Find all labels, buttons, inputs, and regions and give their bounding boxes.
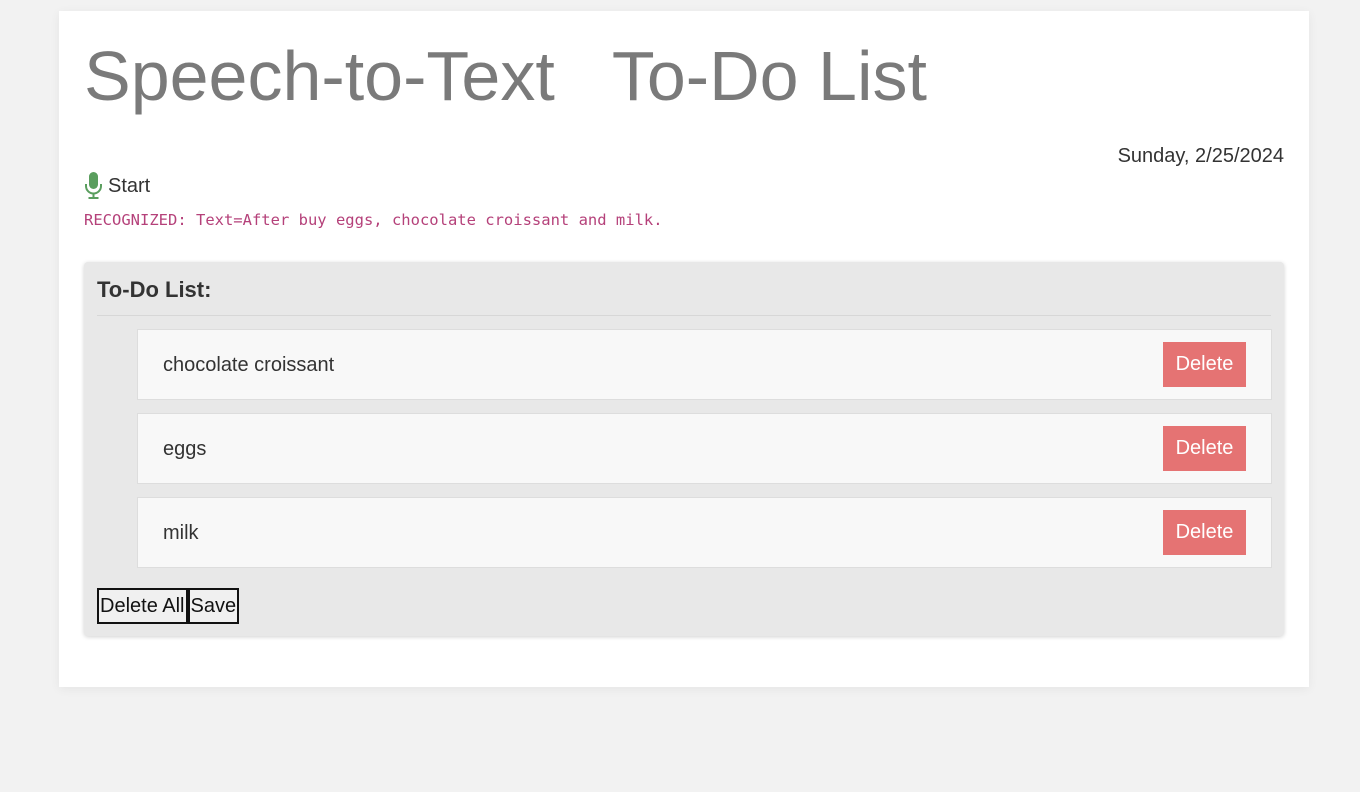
todo-item-text: eggs xyxy=(163,438,207,460)
start-label: Start xyxy=(108,174,151,197)
delete-button[interactable]: Delete xyxy=(1163,510,1246,555)
recognized-text: RECOGNIZED: Text=After buy eggs, chocola… xyxy=(84,211,663,229)
delete-button[interactable]: Delete xyxy=(1163,426,1246,471)
delete-all-button[interactable]: Delete All xyxy=(97,588,188,624)
todo-heading: To-Do List: xyxy=(97,277,212,302)
todo-panel: To-Do List: chocolate croissant Delete e… xyxy=(84,262,1284,636)
todo-item: milk Delete xyxy=(137,497,1272,568)
list-actions: Delete All Save xyxy=(97,588,240,624)
divider xyxy=(97,315,1271,316)
todo-item: eggs Delete xyxy=(137,413,1272,484)
todo-item-text: milk xyxy=(163,522,199,544)
current-date: Sunday, 2/25/2024 xyxy=(1117,145,1284,167)
app-card: Speech-to-Text To-Do List Sunday, 2/25/2… xyxy=(59,11,1309,687)
todo-list: chocolate croissant Delete eggs Delete m… xyxy=(137,329,1272,581)
start-button[interactable]: Start xyxy=(84,172,150,200)
microphone-icon xyxy=(84,172,103,200)
save-button[interactable]: Save xyxy=(187,588,240,624)
page-title: Speech-to-Text To-Do List xyxy=(84,37,927,115)
todo-item: chocolate croissant Delete xyxy=(137,329,1272,400)
todo-item-text: chocolate croissant xyxy=(163,354,335,376)
delete-button[interactable]: Delete xyxy=(1163,342,1246,387)
